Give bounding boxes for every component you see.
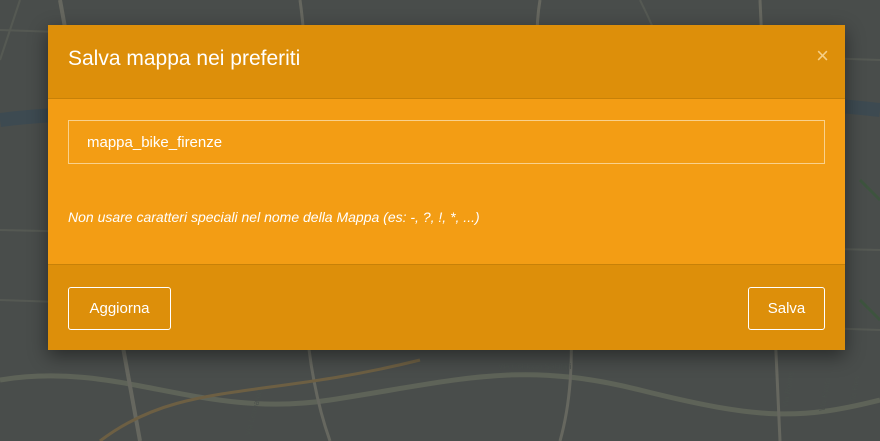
update-button[interactable]: Aggiorna xyxy=(68,287,171,330)
save-button[interactable]: Salva xyxy=(748,287,825,330)
dialog-footer: Aggiorna Salva xyxy=(48,264,845,350)
map-name-input[interactable] xyxy=(68,120,825,164)
hint-text: Non usare caratteri speciali nel nome de… xyxy=(68,209,480,225)
dialog-title: Salva mappa nei preferiti xyxy=(68,47,301,70)
save-map-dialog: Salva mappa nei preferiti × Non usare ca… xyxy=(48,25,845,350)
street-label: Via Coluccio Salutati xyxy=(498,362,572,371)
close-icon[interactable]: × xyxy=(816,45,829,67)
dialog-body: Non usare caratteri speciali nel nome de… xyxy=(48,99,845,264)
dialog-header: Salva mappa nei preferiti × xyxy=(48,25,845,99)
